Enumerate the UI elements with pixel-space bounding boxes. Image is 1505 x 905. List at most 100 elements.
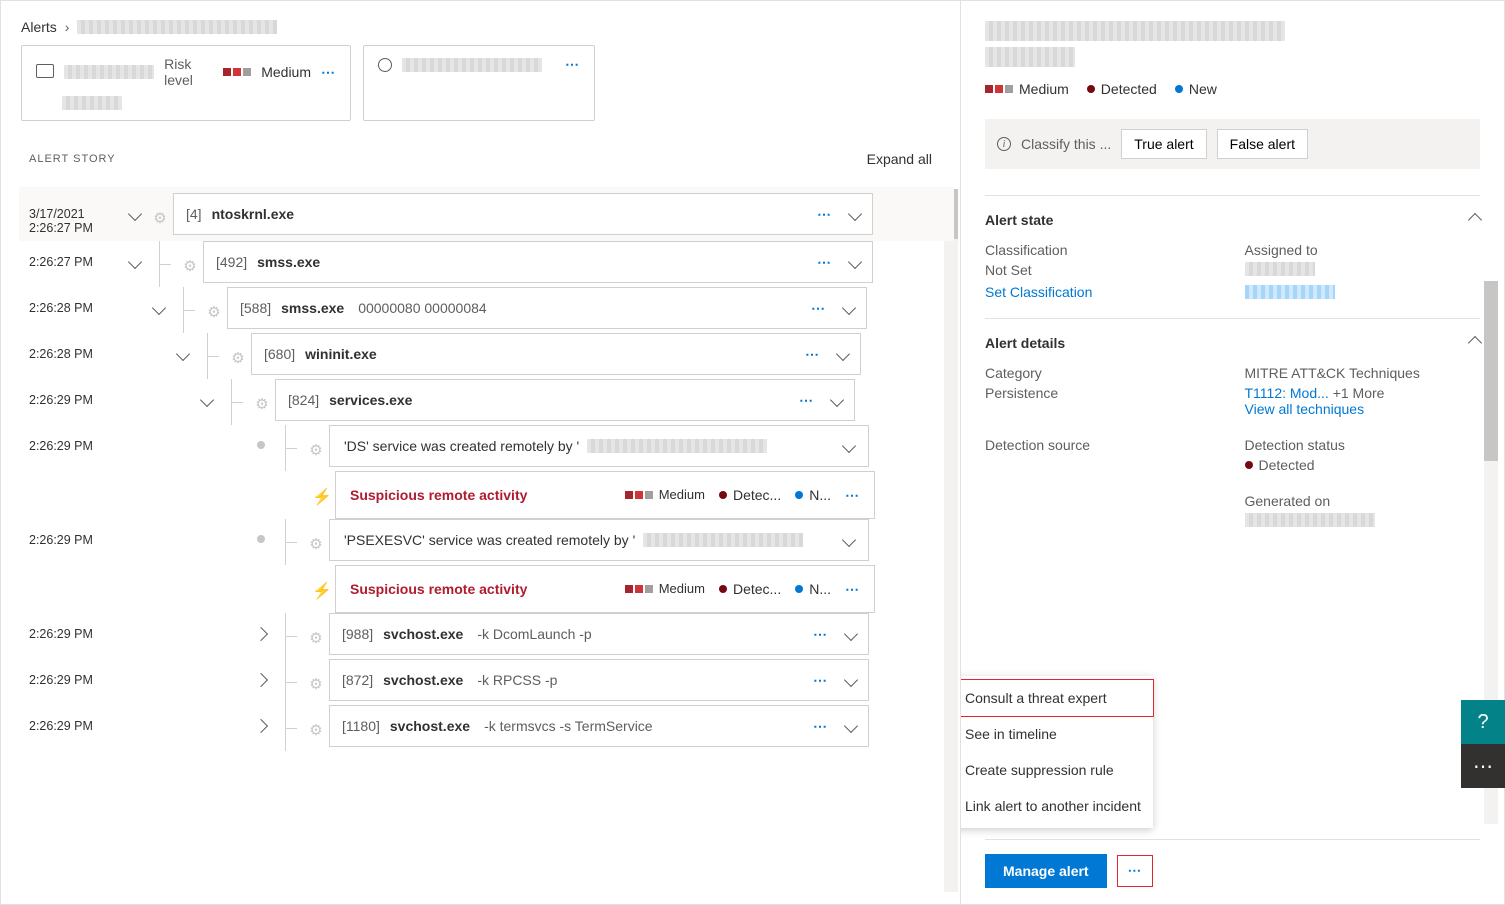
alert-title	[985, 21, 1480, 67]
menu-see-timeline[interactable]: See in timeline	[961, 716, 1153, 752]
alert-state-title: Alert state	[985, 212, 1053, 228]
gear-icon[interactable]: ⚙	[183, 257, 196, 275]
chevron-up-icon[interactable]	[1468, 336, 1482, 350]
node-more-button[interactable]: ⋯	[813, 626, 828, 643]
process-node[interactable]: [680] wininit.exe ⋯	[251, 333, 861, 375]
chevron-down-icon[interactable]	[842, 301, 856, 315]
event-node[interactable]: 'PSEXESVC' service was created remotely …	[329, 519, 869, 561]
gear-icon[interactable]: ⚙	[309, 721, 322, 739]
false-alert-button[interactable]: False alert	[1217, 129, 1308, 159]
event-node[interactable]: 'DS' service was created remotely by '	[329, 425, 869, 467]
category-label: Category	[985, 365, 1221, 381]
assigned-link[interactable]	[1245, 285, 1335, 299]
chevron-down-icon[interactable]	[848, 255, 862, 269]
node-more-button[interactable]: ⋯	[813, 672, 828, 689]
chevron-down-icon[interactable]	[842, 439, 856, 453]
expand-toggle[interactable]	[128, 255, 142, 269]
alert-more-button[interactable]: ⋯	[845, 487, 860, 504]
gear-icon[interactable]: ⚙	[309, 675, 322, 693]
gear-icon[interactable]: ⚙	[255, 395, 268, 413]
help-button[interactable]: ?	[1461, 700, 1505, 744]
process-node[interactable]: [492] smss.exe ⋯	[203, 241, 873, 283]
feedback-button[interactable]: ⋯	[1461, 744, 1505, 788]
process-node[interactable]: [872] svchost.exe -k RPCSS -p ⋯	[329, 659, 869, 701]
mitre-label: MITRE ATT&CK Techniques	[1245, 365, 1481, 381]
mitre-view-all-link[interactable]: View all techniques	[1245, 401, 1365, 417]
gear-icon[interactable]: ⚙	[207, 303, 220, 321]
user-card[interactable]: ⋯	[363, 45, 595, 121]
timestamp: 2:26:27 PM	[19, 241, 123, 269]
device-more-button[interactable]: ⋯	[321, 64, 336, 81]
process-node[interactable]: [588] smss.exe 00000080 00000084 ⋯	[227, 287, 867, 329]
node-more-button[interactable]: ⋯	[805, 346, 820, 363]
gear-icon[interactable]: ⚙	[309, 441, 322, 459]
node-more-button[interactable]: ⋯	[817, 206, 832, 223]
alert-node[interactable]: Suspicious remote activity Medium Detec.…	[335, 471, 875, 519]
menu-link-incident[interactable]: Link alert to another incident	[961, 788, 1153, 824]
chevron-down-icon[interactable]	[844, 627, 858, 641]
node-more-button[interactable]: ⋯	[799, 392, 814, 409]
chevron-down-icon[interactable]	[848, 207, 862, 221]
timestamp: 2:26:29 PM	[19, 519, 123, 547]
chevron-down-icon[interactable]	[830, 393, 844, 407]
manage-alert-menu: Consult a threat expert See in timeline …	[961, 676, 1153, 828]
mitre-technique-link[interactable]: T1112: Mod...	[1245, 385, 1329, 401]
menu-create-suppression[interactable]: Create suppression rule	[961, 752, 1153, 788]
detected-dot-icon	[719, 585, 727, 593]
chevron-up-icon[interactable]	[1468, 213, 1482, 227]
gear-icon[interactable]: ⚙	[153, 209, 166, 227]
expand-all-button[interactable]: Expand all	[867, 151, 932, 167]
expand-toggle[interactable]	[254, 719, 268, 733]
alert-more-button[interactable]: ⋯	[845, 581, 860, 598]
process-node[interactable]: [988] svchost.exe -k DcomLaunch -p ⋯	[329, 613, 869, 655]
breadcrumb: Alerts ›	[1, 1, 960, 45]
process-tree: 3/17/2021 2:26:27 PM ⚙ [4] ntoskrnl.exe ⋯…	[1, 177, 960, 904]
process-node[interactable]: [1180] svchost.exe -k termsvcs -s TermSe…	[329, 705, 869, 747]
expand-toggle[interactable]	[152, 301, 166, 315]
breadcrumb-current	[77, 20, 277, 34]
mitre-more: +1 More	[1333, 385, 1385, 401]
timestamp-date: 3/17/2021	[29, 207, 123, 221]
chevron-down-icon[interactable]	[844, 719, 858, 733]
new-dot-icon	[795, 585, 803, 593]
severity-badge: Medium	[985, 81, 1069, 97]
generated-value	[1245, 513, 1375, 527]
process-node[interactable]: [4] ntoskrnl.exe ⋯	[173, 193, 873, 235]
expand-toggle[interactable]	[200, 393, 214, 407]
node-more-button[interactable]: ⋯	[811, 300, 826, 317]
chevron-down-icon[interactable]	[842, 533, 856, 547]
true-alert-button[interactable]: True alert	[1121, 129, 1206, 159]
expand-toggle[interactable]	[254, 627, 268, 641]
menu-consult-expert[interactable]: Consult a threat expert	[961, 679, 1154, 717]
process-node[interactable]: [824] services.exe ⋯	[275, 379, 855, 421]
bullet-icon	[257, 441, 265, 449]
set-classification-link[interactable]: Set Classification	[985, 284, 1221, 300]
chevron-down-icon[interactable]	[844, 673, 858, 687]
node-more-button[interactable]: ⋯	[813, 718, 828, 735]
state-badge: New	[1175, 81, 1217, 97]
timestamp: 2:26:29 PM	[19, 425, 123, 453]
breadcrumb-root[interactable]: Alerts	[21, 19, 57, 35]
manage-alert-more-button[interactable]: ⋯	[1117, 855, 1153, 887]
device-card[interactable]: Risk level Medium ⋯	[21, 45, 351, 121]
chevron-down-icon[interactable]	[836, 347, 850, 361]
detection-status-label: Detection status	[1245, 437, 1481, 453]
chevron-right-icon: ›	[65, 19, 70, 35]
category-value: Persistence	[985, 385, 1221, 401]
user-more-button[interactable]: ⋯	[565, 56, 580, 73]
detection-source-label: Detection source	[985, 437, 1221, 453]
timestamp: 2:26:29 PM	[19, 379, 123, 407]
severity-icon	[625, 585, 653, 593]
expand-toggle[interactable]	[176, 347, 190, 361]
alert-node[interactable]: Suspicious remote activity Medium Detec.…	[335, 565, 875, 613]
manage-alert-button[interactable]: Manage alert	[985, 854, 1107, 888]
expand-toggle[interactable]	[254, 673, 268, 687]
expand-toggle[interactable]	[128, 207, 142, 221]
timestamp: 2:26:28 PM	[19, 287, 123, 315]
gear-icon[interactable]: ⚙	[309, 629, 322, 647]
gear-icon[interactable]: ⚙	[231, 349, 244, 367]
node-more-button[interactable]: ⋯	[817, 254, 832, 271]
gear-icon[interactable]: ⚙	[309, 535, 322, 553]
bolt-icon: ⚡	[312, 581, 332, 601]
info-icon: i	[997, 137, 1011, 151]
